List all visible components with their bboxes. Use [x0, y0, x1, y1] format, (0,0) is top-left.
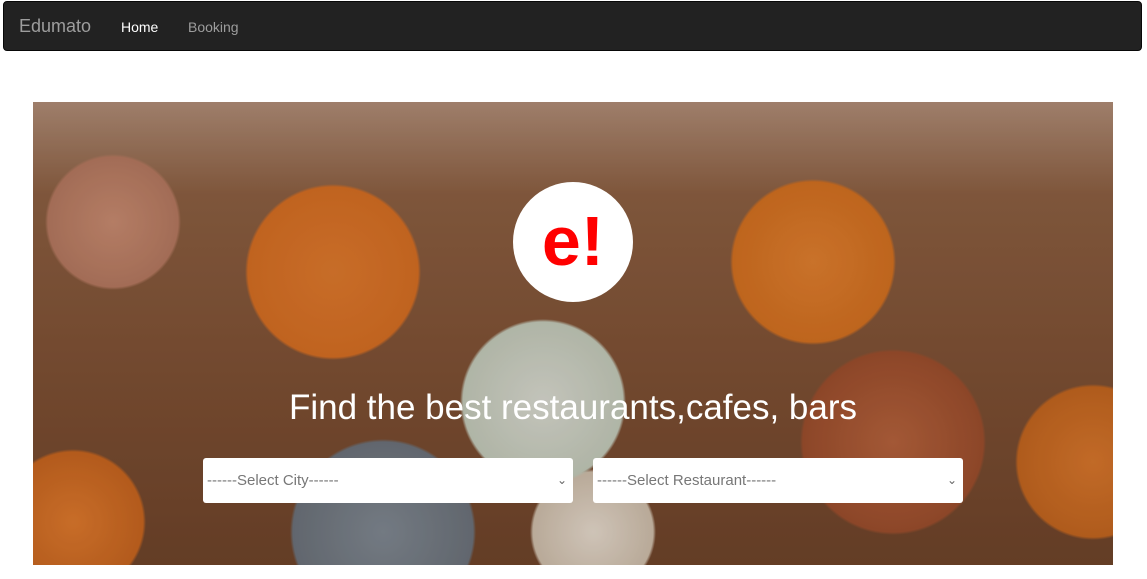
edumato-logo: e! [513, 182, 633, 302]
chevron-down-icon: ⌄ [946, 473, 957, 487]
hero-tagline: Find the best restaurants,cafes, bars [288, 388, 858, 427]
city-select[interactable]: ------Select City------ ⌄ [203, 458, 573, 503]
restaurant-select-value: ------Select Restaurant------ [597, 472, 777, 489]
city-select-value: ------Select City------ [207, 472, 339, 489]
chevron-down-icon: ⌄ [556, 473, 567, 487]
restaurant-select[interactable]: ------Select Restaurant------ ⌄ [593, 458, 963, 503]
nav-booking[interactable]: Booking [188, 19, 239, 35]
hero-banner: e! Find the best restaurants,cafes, bars… [33, 102, 1113, 565]
nav-home[interactable]: Home [121, 19, 158, 35]
navbar: Edumato Home Booking [3, 1, 1142, 51]
brand-logo[interactable]: Edumato [19, 16, 91, 37]
